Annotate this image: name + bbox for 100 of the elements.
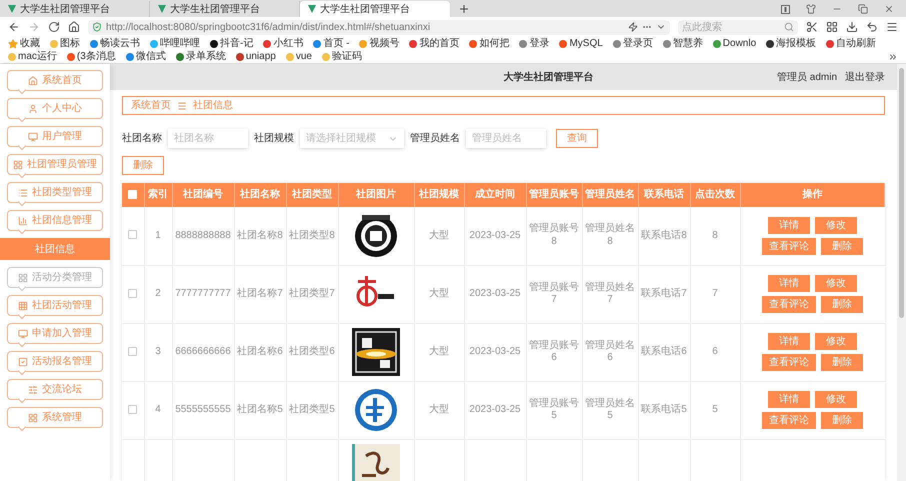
home-icon[interactable] bbox=[68, 21, 80, 33]
sidebar-item[interactable]: 用户管理 bbox=[7, 126, 103, 147]
shirt-icon[interactable] bbox=[806, 4, 816, 14]
bookmark[interactable]: mac运行 bbox=[8, 50, 57, 63]
action-button[interactable]: 删除 bbox=[821, 238, 863, 255]
browser-tab[interactable]: 大学生社团管理平台 bbox=[300, 1, 450, 17]
bookmark[interactable]: 抖音-记 bbox=[210, 37, 254, 50]
input-field[interactable]: 管理员姓名 bbox=[466, 129, 546, 148]
breadcrumb-link[interactable]: 社团信息 bbox=[193, 98, 233, 113]
action-button[interactable]: 查看评论 bbox=[762, 412, 816, 429]
action-button[interactable]: 修改 bbox=[815, 275, 857, 292]
sidebar-item[interactable]: 交流论坛 bbox=[7, 379, 103, 400]
action-button[interactable]: 详情 bbox=[768, 275, 810, 292]
menu-icon[interactable] bbox=[886, 21, 898, 33]
bookmark[interactable]: 自动刷新 bbox=[826, 37, 876, 50]
bookmark[interactable]: 畅读云书 bbox=[90, 37, 140, 50]
action-button[interactable]: 删除 bbox=[821, 354, 863, 371]
sidebar-item[interactable]: 系统管理 bbox=[7, 407, 103, 428]
sidebar-item[interactable]: 社团类型管理 bbox=[7, 182, 103, 203]
bookmark[interactable]: 我的首页 bbox=[409, 37, 460, 50]
bookmark[interactable]: 如何把 bbox=[469, 37, 510, 50]
bookmark[interactable]: 海报模板 bbox=[766, 37, 816, 50]
table-cell: 联系电话6 bbox=[638, 323, 690, 381]
delete-button[interactable]: 删除 bbox=[122, 156, 164, 175]
sidebar-item[interactable]: 社团信息管理 bbox=[7, 210, 103, 231]
action-button[interactable]: 详情 bbox=[768, 333, 810, 350]
header-cell: 社团名称 bbox=[234, 183, 286, 207]
bookmark[interactable]: 录单系统 bbox=[176, 50, 226, 63]
scissors-icon[interactable] bbox=[806, 21, 818, 33]
action-button[interactable]: 修改 bbox=[815, 391, 857, 408]
action-button[interactable]: 修改 bbox=[815, 333, 857, 350]
address-bar[interactable]: http://localhost:8080/springbootc31f6/admin/dist/index.html#/shetuanxinxi bbox=[88, 20, 670, 34]
input-field[interactable]: 社团名称 bbox=[168, 129, 248, 148]
row-checkbox[interactable] bbox=[128, 288, 138, 298]
undo-icon[interactable] bbox=[866, 21, 878, 33]
bookmark[interactable]: 登录 bbox=[519, 37, 550, 50]
query-button[interactable]: 查询 bbox=[556, 129, 598, 148]
field-label: 社团名称 bbox=[122, 132, 162, 146]
scrollbar-thumb[interactable] bbox=[899, 68, 904, 318]
bookmark[interactable]: 哔哩哔哩 bbox=[150, 37, 200, 50]
bookmark[interactable]: Downlo bbox=[712, 37, 756, 50]
bookmark[interactable]: MySQL bbox=[559, 37, 603, 50]
bookmark[interactable]: (3条消息 bbox=[66, 50, 116, 63]
table-cell: 6 bbox=[690, 323, 740, 381]
bookmark[interactable]: uniapp bbox=[236, 50, 276, 63]
breadcrumb-link[interactable]: 系统首页 bbox=[131, 98, 171, 113]
action-button[interactable]: 查看评论 bbox=[762, 296, 816, 313]
search-field[interactable]: 点此搜索 bbox=[678, 20, 798, 34]
bookmark[interactable]: 智慧养 bbox=[662, 37, 703, 50]
action-button[interactable]: 详情 bbox=[768, 216, 810, 234]
bookmark[interactable]: 收藏 bbox=[8, 37, 40, 50]
url-text: http://localhost:8080/springbootc31f6/admin/dist/index.html#/shetuanxinxi bbox=[106, 20, 430, 34]
sidebar-item[interactable]: 活动报名管理 bbox=[7, 351, 103, 372]
sidebar-toggle-icon[interactable] bbox=[781, 4, 790, 14]
close-icon[interactable] bbox=[884, 4, 894, 14]
action-button[interactable]: 修改 bbox=[815, 216, 857, 234]
action-button[interactable]: 查看评论 bbox=[762, 238, 816, 255]
action-button[interactable]: 查看评论 bbox=[762, 354, 816, 371]
sidebar-item[interactable]: 申请加入管理 bbox=[7, 323, 103, 344]
field-label: 管理员姓名 bbox=[410, 132, 460, 146]
table-cell: 管理员姓名7 bbox=[582, 265, 638, 323]
bookmark[interactable]: 视频号 bbox=[359, 37, 400, 50]
select-all-checkbox[interactable] bbox=[128, 190, 138, 200]
action-button[interactable]: 详情 bbox=[768, 391, 810, 408]
action-button[interactable]: 删除 bbox=[821, 296, 863, 313]
new-tab-icon[interactable] bbox=[458, 3, 470, 15]
table-cell: 1 bbox=[144, 207, 172, 265]
header-cell: 社团规模 bbox=[414, 183, 464, 207]
restore-icon[interactable] bbox=[858, 4, 868, 14]
bookmark[interactable]: 登录页 bbox=[612, 37, 653, 50]
bookmark[interactable]: 图标 bbox=[50, 37, 80, 50]
scrollbar[interactable] bbox=[897, 64, 906, 481]
row-checkbox[interactable] bbox=[128, 404, 138, 414]
action-button[interactable]: 删除 bbox=[821, 412, 863, 429]
download-icon[interactable] bbox=[846, 21, 858, 33]
logout-link[interactable]: 退出登录 bbox=[845, 70, 885, 84]
bookmark[interactable]: 验证码 bbox=[322, 50, 362, 63]
sidebar-item[interactable]: 社团活动管理 bbox=[7, 295, 103, 316]
bookmark[interactable]: 微信式 bbox=[126, 50, 166, 63]
row-checkbox[interactable] bbox=[128, 346, 138, 356]
sidebar-item[interactable]: 社团管理员管理 bbox=[7, 154, 103, 175]
bookmark[interactable]: 小红书 bbox=[263, 37, 304, 50]
reload-icon[interactable] bbox=[48, 21, 60, 33]
bookmark[interactable]: 首页 - bbox=[313, 37, 350, 50]
grid-icon[interactable] bbox=[826, 21, 838, 33]
sidebar-item[interactable]: 社团信息 bbox=[0, 238, 110, 260]
sidebar-item[interactable]: 系统首页 bbox=[7, 70, 103, 91]
back-icon[interactable] bbox=[8, 21, 20, 33]
logo-icon bbox=[158, 5, 166, 13]
more-bookmarks-icon[interactable] bbox=[888, 52, 898, 62]
lightning-icon[interactable] bbox=[628, 22, 638, 32]
header-cell: 操作 bbox=[740, 183, 884, 207]
monitor-icon bbox=[28, 132, 38, 142]
grid-icon bbox=[18, 272, 28, 282]
bookmark[interactable]: vue bbox=[286, 50, 312, 63]
select-field[interactable]: 请选择社团规模 bbox=[300, 129, 404, 148]
table-cell: 大型 bbox=[414, 323, 464, 381]
sidebar-item[interactable]: 个人中心 bbox=[7, 98, 103, 119]
sidebar-item[interactable]: 活动分类管理 bbox=[7, 267, 103, 288]
row-checkbox[interactable] bbox=[128, 230, 138, 240]
